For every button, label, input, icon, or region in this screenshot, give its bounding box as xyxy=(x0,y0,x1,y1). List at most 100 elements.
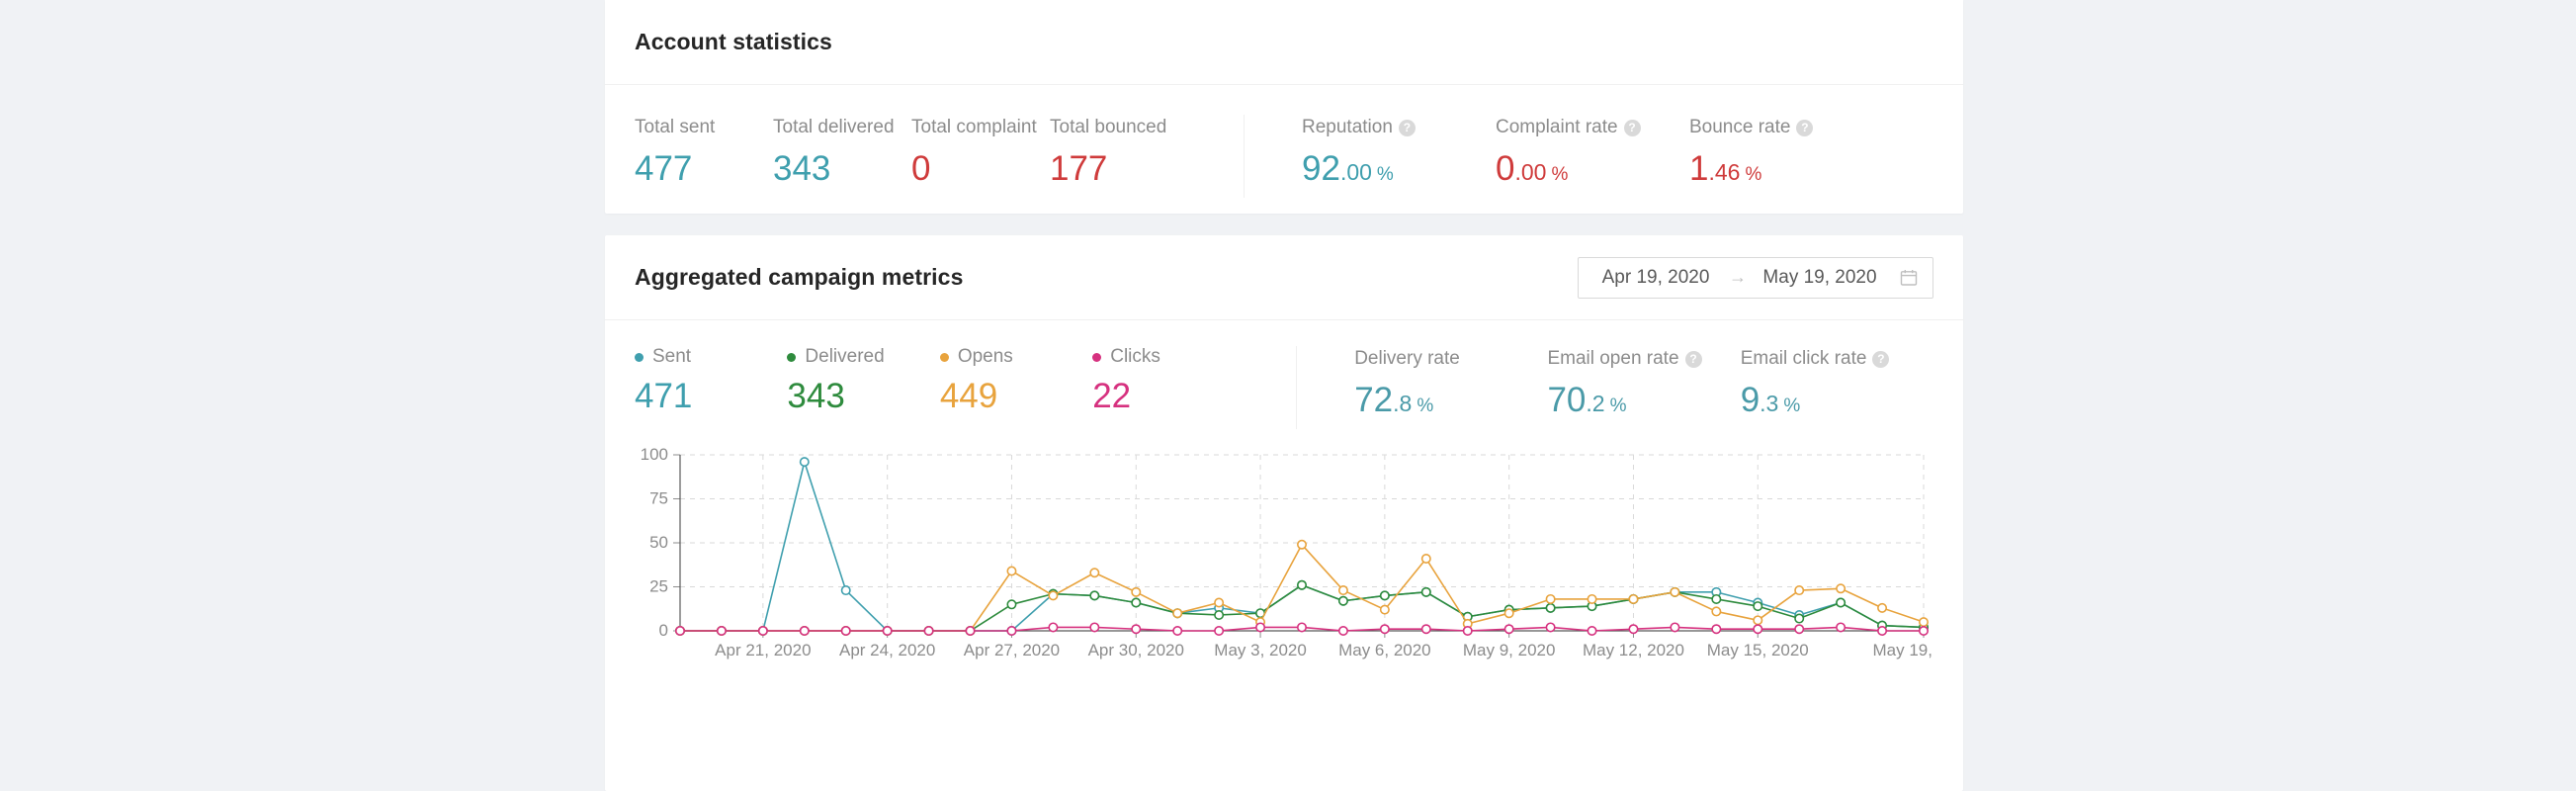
stat-value-decimal: .2 xyxy=(1586,391,1605,416)
data-point[interactable] xyxy=(923,626,934,637)
legend-label: Clicks xyxy=(1092,346,1245,368)
data-point[interactable] xyxy=(1420,624,1431,635)
account-statistics-body: Total sent 477 Total delivered 343 Total com… xyxy=(605,85,1963,198)
data-point[interactable] xyxy=(965,626,976,637)
data-point[interactable] xyxy=(1296,622,1307,633)
data-point[interactable] xyxy=(1711,593,1722,604)
campaign-metrics-header: Aggregated campaign metrics Apr 19, 2020… xyxy=(605,235,1963,320)
date-range-end[interactable]: May 19, 2020 xyxy=(1757,267,1883,289)
data-point[interactable] xyxy=(1836,583,1846,594)
data-point[interactable] xyxy=(1794,585,1805,596)
data-point[interactable] xyxy=(1628,624,1639,635)
data-point[interactable] xyxy=(1337,595,1348,606)
data-point[interactable] xyxy=(1919,617,1930,628)
data-point[interactable] xyxy=(1877,602,1888,613)
stat-value-integer: 177 xyxy=(1050,149,1108,188)
data-point[interactable] xyxy=(1670,586,1680,597)
data-point[interactable] xyxy=(1753,601,1763,612)
data-point[interactable] xyxy=(1131,586,1142,597)
data-point[interactable] xyxy=(1836,622,1846,633)
data-point[interactable] xyxy=(1379,590,1390,601)
date-range-start[interactable]: Apr 19, 2020 xyxy=(1592,267,1719,289)
data-point[interactable] xyxy=(799,457,810,468)
data-point[interactable] xyxy=(882,626,893,637)
data-point[interactable] xyxy=(1711,606,1722,617)
stat-value-integer: 70 xyxy=(1547,381,1587,419)
data-point[interactable] xyxy=(1296,579,1307,590)
stat-value: 70.2% xyxy=(1547,381,1740,427)
legend-item-sent[interactable]: Sent 471 xyxy=(635,346,787,416)
account-stat-row: Total sent 477 Total delivered 343 Total com… xyxy=(635,85,1933,198)
stat-label-text: Reputation xyxy=(1302,117,1393,137)
data-point[interactable] xyxy=(1462,626,1473,637)
data-point[interactable] xyxy=(1337,626,1348,637)
legend-value: 449 xyxy=(939,377,998,415)
data-point[interactable] xyxy=(1089,622,1100,633)
data-point[interactable] xyxy=(1836,597,1846,608)
calendar-icon[interactable] xyxy=(1899,268,1919,288)
data-point[interactable] xyxy=(1379,624,1390,635)
x-tick-label: May 15, 2020 xyxy=(1707,641,1809,659)
data-point[interactable] xyxy=(1503,608,1514,619)
data-point[interactable] xyxy=(1587,593,1597,604)
data-point[interactable] xyxy=(1006,599,1017,610)
data-point[interactable] xyxy=(1919,626,1930,637)
data-point[interactable] xyxy=(1794,624,1805,635)
data-point[interactable] xyxy=(1255,622,1266,633)
data-point[interactable] xyxy=(1214,609,1225,620)
stat-value: 92.00% xyxy=(1302,149,1496,196)
campaign-metrics-body: Sent 471 Delivered 343 Opens 449 Clicks 22 Deliv… xyxy=(605,320,1963,674)
data-point[interactable] xyxy=(1337,585,1348,596)
data-point[interactable] xyxy=(840,585,851,596)
data-point[interactable] xyxy=(1711,624,1722,635)
data-point[interactable] xyxy=(674,626,685,637)
data-point[interactable] xyxy=(1214,597,1225,608)
data-point[interactable] xyxy=(716,626,727,637)
data-point[interactable] xyxy=(1545,622,1556,633)
data-point[interactable] xyxy=(1172,608,1183,619)
help-icon[interactable]: ? xyxy=(1796,119,1814,136)
data-point[interactable] xyxy=(1545,602,1556,613)
help-icon[interactable]: ? xyxy=(1872,350,1890,368)
account-statistics-card: Account statistics Total sent 477 Total de… xyxy=(605,0,1963,214)
data-point[interactable] xyxy=(1131,624,1142,635)
data-point[interactable] xyxy=(1503,624,1514,635)
data-point[interactable] xyxy=(1089,590,1100,601)
stat-label-text: Total complaint xyxy=(911,117,1037,137)
data-point[interactable] xyxy=(1628,593,1639,604)
stat-value-suffix: % xyxy=(1551,164,1569,185)
data-point[interactable] xyxy=(1131,597,1142,608)
data-point[interactable] xyxy=(1048,622,1059,633)
data-point[interactable] xyxy=(1877,626,1888,637)
data-point[interactable] xyxy=(1172,626,1183,637)
campaign-legend-row: Sent 471 Delivered 343 Opens 449 Clicks 22 Deliv… xyxy=(635,320,1933,429)
data-point[interactable] xyxy=(1089,568,1100,578)
data-point[interactable] xyxy=(799,626,810,637)
data-point[interactable] xyxy=(1214,626,1225,637)
data-point[interactable] xyxy=(1006,566,1017,576)
data-point[interactable] xyxy=(757,626,768,637)
help-icon[interactable]: ? xyxy=(1623,119,1641,136)
legend-item-delivered[interactable]: Delivered 343 xyxy=(787,346,939,416)
data-point[interactable] xyxy=(1296,539,1307,550)
data-point[interactable] xyxy=(1420,554,1431,565)
help-icon[interactable]: ? xyxy=(1398,119,1416,136)
legend-item-clicks[interactable]: Clicks 22 xyxy=(1092,346,1245,416)
x-tick-label: May 12, 2020 xyxy=(1583,641,1684,659)
data-point[interactable] xyxy=(1670,622,1680,633)
date-range-picker[interactable]: Apr 19, 2020 → May 19, 2020 xyxy=(1578,256,1933,299)
data-point[interactable] xyxy=(1379,604,1390,615)
stat-label-text: Complaint rate xyxy=(1496,117,1618,137)
data-point[interactable] xyxy=(1420,586,1431,597)
data-point[interactable] xyxy=(1048,590,1059,601)
legend-item-opens[interactable]: Opens 449 xyxy=(939,346,1092,416)
data-point[interactable] xyxy=(1794,613,1805,624)
data-point[interactable] xyxy=(1753,615,1763,626)
help-icon[interactable]: ? xyxy=(1684,350,1702,368)
data-point[interactable] xyxy=(1587,626,1597,637)
x-tick-label: Apr 21, 2020 xyxy=(715,641,811,659)
data-point[interactable] xyxy=(1753,624,1763,635)
data-point[interactable] xyxy=(1545,593,1556,604)
data-point[interactable] xyxy=(1006,626,1017,637)
data-point[interactable] xyxy=(840,626,851,637)
